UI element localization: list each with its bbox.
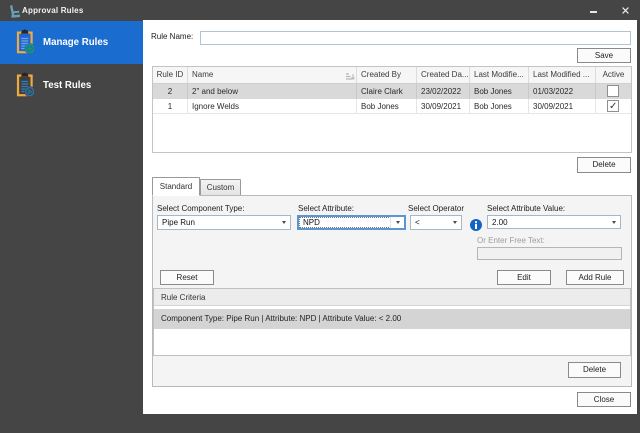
grid-cell-last_modified_by: Bob Jones [470,84,529,99]
grid-column-header[interactable]: Created By [357,67,417,84]
rule-name-label: Rule Name: [151,32,194,41]
dropdown-arrow-icon [453,221,457,224]
sidebar-item-label: Test Rules [43,80,92,91]
component-type-value: Pipe Run [162,218,195,227]
close-button[interactable]: Close [577,392,631,407]
active-checkbox-unchecked[interactable] [607,85,619,97]
grid-column-header[interactable]: Last Modified ... [529,67,596,84]
attribute-select[interactable]: NPD [297,215,406,230]
grid-cell-created_date: 23/02/2022 [417,84,470,99]
grid-cell-name: Ignore Welds [188,99,357,114]
rule-criteria-item[interactable]: Component Type: Pipe Run | Attribute: NP… [154,309,630,329]
operator-select[interactable]: < [410,215,462,230]
grid-cell-created_by: Bob Jones [357,99,417,114]
main-panel: Rule Name: Save Rule ID Name Created By Cre… [143,20,637,414]
sort-icon [346,73,355,80]
grid-column-header[interactable]: Rule ID [153,67,188,84]
grid-cell-last_modified_by: Bob Jones [470,99,529,114]
titlebar: Approval Rules [0,0,640,20]
info-icon[interactable] [470,219,482,231]
save-button[interactable]: Save [577,48,631,63]
grid-column-header[interactable]: Active [596,67,631,84]
attribute-value-label: Select Attribute Value: [487,204,566,213]
grid-cell-rule_id: 2 [153,84,188,99]
rules-grid: Rule ID Name Created By Created Da... Last M… [152,66,632,153]
grid-cell-active: ✓ [596,99,631,114]
operator-value: < [415,218,420,227]
grid-column-header[interactable]: Name [188,67,357,84]
grid-cell-last_modified_date: 30/09/2021 [529,99,596,114]
close-icon [622,7,629,14]
app-logo-icon [9,5,20,18]
close-window-button[interactable] [614,0,636,20]
grid-cell-created_date: 30/09/2021 [417,99,470,114]
add-rule-button[interactable]: Add Rule [566,270,624,285]
reset-button[interactable]: Reset [160,270,214,285]
sidebar-item-test-rules[interactable]: Test Rules [0,64,143,107]
attribute-value: NPD [303,218,320,227]
dropdown-arrow-icon [612,220,616,224]
delete-criteria-button[interactable]: Delete [568,362,621,378]
edit-button[interactable]: Edit [497,270,551,285]
attribute-value-select[interactable]: 2.00 [487,215,621,229]
free-text-label: Or Enter Free Text: [477,236,545,245]
minimize-button[interactable] [582,0,604,20]
minimize-icon [590,11,597,13]
standard-tab-panel: Select Component Type: Select Attribute:… [152,195,632,387]
attribute-value-value: 2.00 [492,218,508,227]
grid-cell-active [596,84,631,99]
grid-cell-created_by: Claire Clark [357,84,417,99]
window-title: Approval Rules [22,6,84,15]
grid-column-header[interactable]: Created Da... [417,67,470,84]
sidebar-item-label: Manage Rules [43,37,109,48]
dropdown-arrow-icon [282,221,286,224]
window-bottom-frame [0,414,640,433]
sidebar: Manage Rules Test Rules [0,20,143,433]
tab-custom[interactable]: Custom [200,179,241,196]
rule-criteria-group: Rule Criteria Component Type: Pipe Run |… [153,288,631,356]
free-text-input[interactable] [477,247,622,260]
component-type-label: Select Component Type: [157,204,245,213]
grid-cell-last_modified_date: 01/03/2022 [529,84,596,99]
operator-label: Select Operator [408,204,465,213]
grid-cell-name: 2" and below [188,84,357,99]
check-icon: ✓ [609,101,618,112]
component-type-select[interactable]: Pipe Run [157,215,291,230]
rule-name-input[interactable] [200,31,631,45]
attribute-label: Select Attribute: [298,204,355,213]
tab-standard[interactable]: Standard [152,177,200,196]
sidebar-item-manage-rules[interactable]: Manage Rules [0,21,143,64]
grid-column-header[interactable]: Last Modifie... [470,67,529,84]
dropdown-arrow-icon [396,221,400,224]
grid-cell-rule_id: 1 [153,99,188,114]
manage-rules-icon [16,29,34,54]
active-checkbox-checked[interactable]: ✓ [607,100,619,112]
test-rules-icon [16,72,34,97]
delete-rule-button[interactable]: Delete [577,157,631,173]
rule-criteria-header: Rule Criteria [154,289,630,306]
